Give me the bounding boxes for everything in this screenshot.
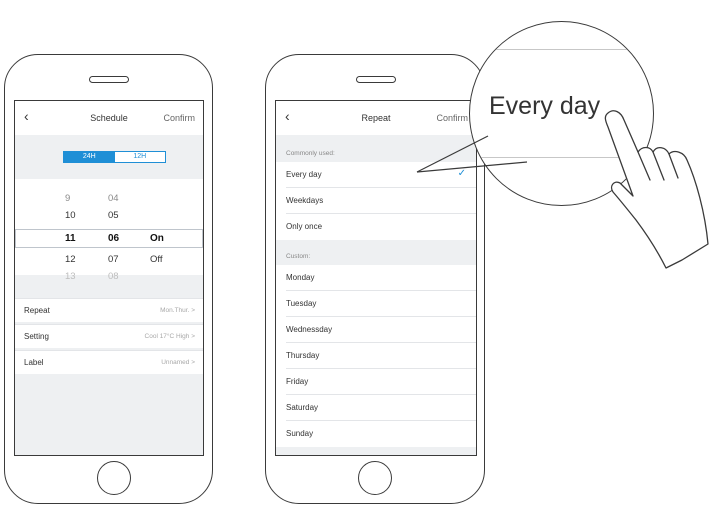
zoom-bubble: Every day (469, 21, 654, 206)
zoom-divider (470, 49, 653, 50)
option-label: Only once (286, 222, 323, 231)
repeat-screen: ‹ Repeat Confirm Commonly used: Every da… (275, 100, 477, 456)
repeat-option-every-day[interactable]: Every day ✓ (276, 162, 476, 188)
day-option-thursday[interactable]: Thursday (276, 343, 476, 369)
time-picker[interactable]: 9 04 10 05 11 06 On 12 07 Off 13 08 (15, 179, 203, 282)
schedule-screen: ‹ Schedule Confirm 24H 12H 9 04 10 05 11… (14, 100, 204, 456)
section-header-common: Commonly used: (276, 137, 476, 161)
zoom-label: Every day (489, 92, 601, 120)
phone-repeat: ‹ Repeat Confirm Commonly used: Every da… (265, 54, 485, 504)
label-row[interactable]: Label Unnamed > (15, 350, 203, 374)
repeat-row[interactable]: Repeat Mon.Thur. > (15, 298, 203, 322)
option-label: Thursday (286, 351, 320, 360)
option-label: Monday (286, 273, 315, 282)
repeat-option-weekdays[interactable]: Weekdays (276, 188, 476, 214)
option-label: Sunday (286, 429, 314, 438)
option-label: Wednessday (286, 325, 333, 334)
minute-value: 05 (108, 210, 119, 221)
home-button[interactable] (97, 461, 131, 495)
state-value: Off (150, 254, 163, 265)
time-format-toggle: 24H 12H (63, 151, 166, 163)
day-option-sunday[interactable]: Sunday (276, 421, 476, 447)
day-option-saturday[interactable]: Saturday (276, 395, 476, 421)
check-icon: ✓ (457, 168, 466, 179)
option-label: Tuesday (286, 299, 317, 308)
option-label: Every day (286, 170, 322, 179)
day-option-monday[interactable]: Monday (276, 265, 476, 291)
row-label: Repeat (24, 306, 50, 315)
setting-row[interactable]: Setting Cool 17°C High > (15, 324, 203, 348)
hour-value: 13 (65, 271, 76, 282)
picker-row: 9 04 (15, 190, 203, 208)
phone-schedule: ‹ Schedule Confirm 24H 12H 9 04 10 05 11… (4, 54, 213, 504)
section-header-label: Commonly used: (286, 150, 335, 157)
day-option-friday[interactable]: Friday (276, 369, 476, 395)
hour-value: 10 (65, 210, 76, 221)
confirm-button[interactable]: Confirm (436, 113, 468, 123)
picker-selection-frame (15, 229, 203, 248)
section-header-custom: Custom: (276, 240, 476, 264)
hour-value: 12 (65, 254, 76, 265)
minute-value: 04 (108, 193, 119, 204)
option-label: Saturday (286, 403, 319, 412)
format-24h-option[interactable]: 24H (64, 152, 115, 162)
zoom-divider (470, 157, 653, 158)
minute-value: 07 (108, 254, 119, 265)
speaker-slot (89, 76, 129, 83)
home-button[interactable] (358, 461, 392, 495)
format-12h-option[interactable]: 12H (115, 152, 166, 162)
row-value: Unnamed > (161, 359, 195, 366)
day-option-wednesday[interactable]: Wednessday (276, 317, 476, 343)
picker-row: 13 08 (15, 268, 203, 286)
repeat-navbar: ‹ Repeat Confirm (276, 101, 476, 135)
option-label: Friday (286, 377, 309, 386)
option-label: Weekdays (286, 196, 324, 205)
row-label: Label (24, 358, 44, 367)
repeat-option-only-once[interactable]: Only once (276, 214, 476, 240)
schedule-navbar: ‹ Schedule Confirm (15, 101, 203, 135)
row-value: Mon.Thur. > (160, 307, 195, 314)
hour-value: 9 (65, 193, 71, 204)
row-value: Cool 17°C High > (144, 333, 195, 340)
minute-value: 08 (108, 271, 119, 282)
section-header-label: Custom: (286, 253, 311, 260)
picker-row: 12 07 Off (15, 251, 203, 269)
row-label: Setting (24, 332, 49, 341)
speaker-slot (356, 76, 396, 83)
day-option-tuesday[interactable]: Tuesday (276, 291, 476, 317)
picker-row: 10 05 (15, 207, 203, 225)
confirm-button[interactable]: Confirm (163, 113, 195, 123)
